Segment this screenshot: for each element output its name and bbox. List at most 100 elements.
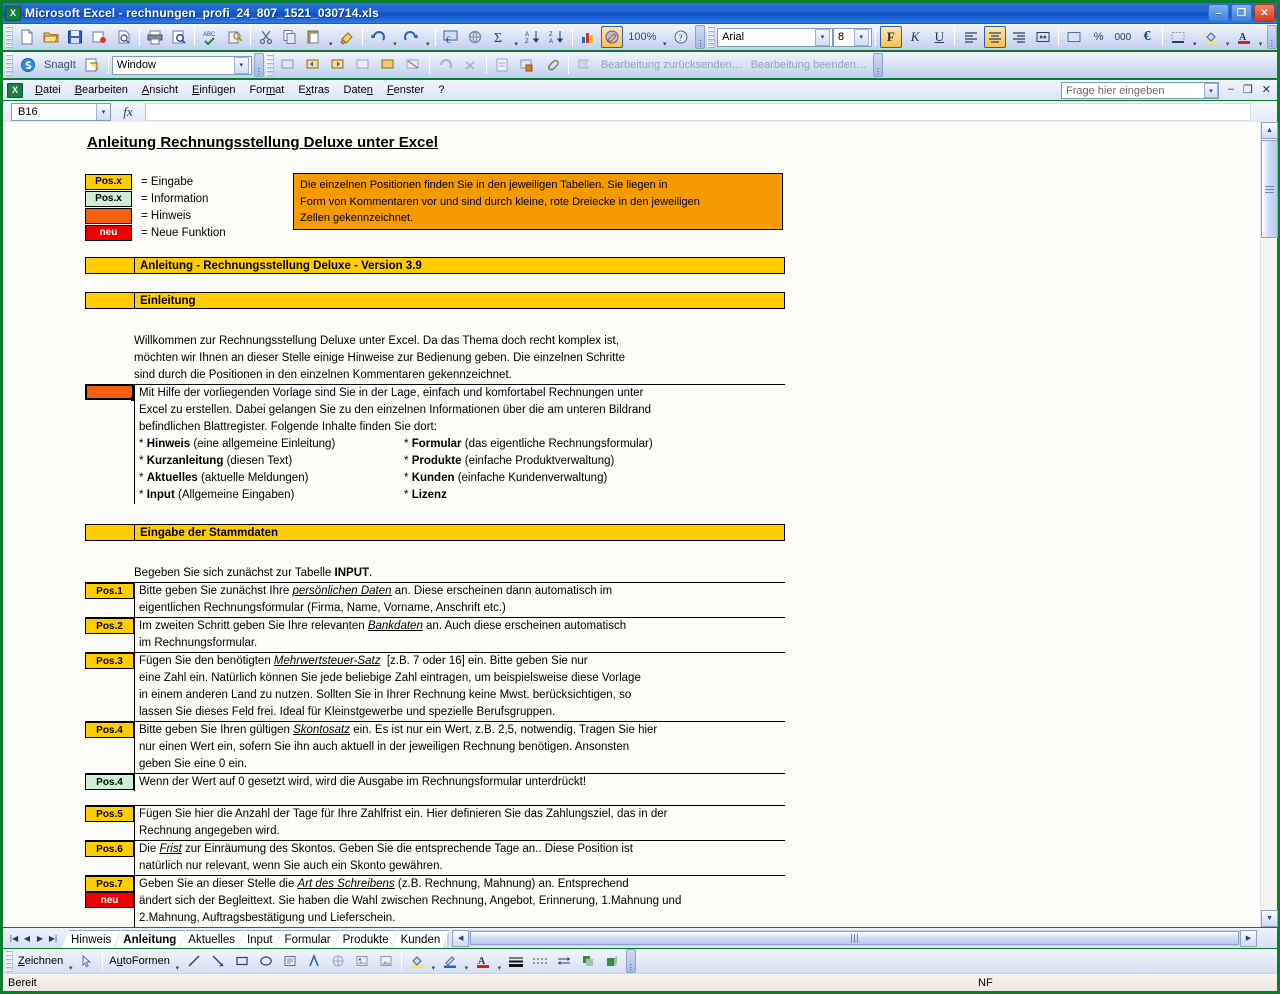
snagit-toolbar-grip[interactable] bbox=[5, 54, 13, 76]
vertical-scrollbar[interactable]: ▲ ▼ bbox=[1260, 122, 1278, 927]
chevron-down-icon[interactable]: ▾ bbox=[1204, 83, 1218, 98]
snagit-profile-icon[interactable] bbox=[81, 54, 104, 76]
draw-menu-label[interactable]: Zeichnen bbox=[15, 955, 66, 967]
horizontal-scrollbar[interactable]: ◀ ▶ bbox=[452, 929, 1257, 947]
delete-comment-icon[interactable] bbox=[377, 54, 400, 76]
tab-nav-last-icon[interactable]: ▶| bbox=[47, 934, 59, 943]
font-color-icon[interactable]: A bbox=[472, 951, 494, 971]
print-icon[interactable] bbox=[144, 26, 166, 48]
sheet-tab-formular[interactable]: Formular bbox=[276, 930, 340, 948]
send-back-label[interactable]: Bearbeitung zurücksenden… bbox=[597, 59, 747, 71]
borders-icon[interactable] bbox=[1167, 26, 1189, 48]
spellcheck-icon[interactable]: ABC bbox=[199, 26, 221, 48]
snagit-logo-icon[interactable] bbox=[16, 54, 39, 76]
paste-icon[interactable] bbox=[303, 26, 325, 48]
worksheet-grid[interactable]: Anleitung Rechnungsstellung Deluxe unter… bbox=[3, 122, 1257, 927]
redo-dropdown-icon[interactable]: ▾ bbox=[423, 26, 432, 48]
menu-item-fenster[interactable]: Fenster bbox=[380, 82, 431, 98]
wordart-icon[interactable] bbox=[303, 951, 325, 971]
menu-item-format[interactable]: Format bbox=[242, 82, 291, 98]
euro-style-button[interactable]: € bbox=[1136, 26, 1158, 48]
search-file-icon[interactable] bbox=[113, 26, 135, 48]
open-folder-icon[interactable] bbox=[40, 26, 62, 48]
minimize-button[interactable]: – bbox=[1208, 4, 1229, 22]
align-right-icon[interactable] bbox=[1008, 26, 1030, 48]
underline-button[interactable]: U bbox=[928, 26, 950, 48]
font-color-dropdown-icon[interactable]: ▾ bbox=[1256, 26, 1265, 48]
menu-item-daten[interactable]: Daten bbox=[337, 82, 380, 98]
snagit-overflow-handle[interactable]: ⋮ bbox=[253, 53, 264, 77]
dash-style-icon[interactable] bbox=[529, 951, 551, 971]
review-toolbar-grip[interactable] bbox=[265, 54, 274, 76]
sort-descending-icon[interactable]: ZA bbox=[546, 26, 568, 48]
previous-comment-icon[interactable] bbox=[302, 54, 325, 76]
sheet-tab-aktuelles[interactable]: Aktuelles bbox=[179, 930, 244, 948]
zoom-dropdown-icon[interactable]: ▾ bbox=[660, 26, 669, 48]
tab-nav-first-icon[interactable]: |◀ bbox=[8, 934, 20, 943]
undo-dropdown-icon[interactable]: ▾ bbox=[391, 26, 400, 48]
sort-ascending-icon[interactable]: AZ bbox=[521, 26, 543, 48]
redo-icon[interactable] bbox=[400, 26, 422, 48]
autosum-dropdown-icon[interactable]: ▾ bbox=[512, 26, 521, 48]
drawing-toolbar-grip[interactable] bbox=[5, 950, 13, 972]
percent-style-button[interactable]: % bbox=[1088, 26, 1110, 48]
align-left-icon[interactable] bbox=[959, 26, 981, 48]
diagram-icon[interactable] bbox=[327, 951, 349, 971]
close-button[interactable]: ✕ bbox=[1254, 4, 1275, 22]
shadow-icon[interactable] bbox=[577, 951, 599, 971]
currency-icon[interactable] bbox=[1063, 26, 1085, 48]
cut-scissors-icon[interactable] bbox=[255, 26, 277, 48]
workbook-close-button[interactable]: ✕ bbox=[1262, 83, 1271, 96]
draw-menu-dropdown-icon[interactable]: ▾ bbox=[66, 950, 75, 972]
chart-wizard-icon[interactable] bbox=[577, 26, 599, 48]
picture-icon[interactable] bbox=[375, 951, 397, 971]
send-to-mail-recipient-icon[interactable] bbox=[516, 54, 539, 76]
menu-item-bearbeiten[interactable]: Bearbeiten bbox=[68, 82, 135, 98]
insert-function-icon[interactable]: fx bbox=[111, 104, 145, 120]
sheet-tab-input[interactable]: Input bbox=[238, 930, 282, 948]
horizontal-scroll-thumb[interactable] bbox=[470, 931, 1239, 945]
line-icon[interactable] bbox=[183, 951, 205, 971]
name-box[interactable]: B16 ▾ bbox=[11, 102, 111, 121]
workbook-minimize-button[interactable]: – bbox=[1228, 83, 1234, 96]
review-overflow-handle[interactable]: ⋮ bbox=[872, 53, 883, 77]
euro-format-icon[interactable]: € bbox=[440, 26, 462, 48]
autosum-icon[interactable]: Σ bbox=[489, 26, 511, 48]
chevron-down-icon[interactable]: ▾ bbox=[233, 56, 249, 74]
sheet-tab-anleitung[interactable]: Anleitung bbox=[114, 930, 185, 948]
end-review-label[interactable]: Bearbeitung beenden… bbox=[747, 59, 871, 71]
autoshapes-dropdown-icon[interactable]: ▾ bbox=[173, 950, 182, 972]
fill-color-dropdown-icon[interactable]: ▾ bbox=[1223, 26, 1232, 48]
scroll-down-button[interactable]: ▼ bbox=[1261, 910, 1278, 927]
sheet-tab-produkte[interactable]: Produkte bbox=[334, 930, 398, 948]
new-file-icon[interactable] bbox=[16, 26, 38, 48]
edit-comment-icon[interactable] bbox=[352, 54, 375, 76]
align-center-icon[interactable] bbox=[983, 26, 1006, 48]
menu-item-datei[interactable]: Datei bbox=[28, 82, 68, 98]
undo-icon[interactable] bbox=[367, 26, 389, 48]
ask-a-question-box[interactable]: Frage hier eingeben ▾ bbox=[1061, 82, 1219, 99]
workbook-restore-button[interactable]: ❐ bbox=[1243, 83, 1253, 96]
sheet-tab-kunden[interactable]: Kunden bbox=[392, 930, 450, 948]
research-icon[interactable] bbox=[224, 26, 246, 48]
menu-item-hilfe[interactable]: ? bbox=[431, 82, 451, 98]
formula-input[interactable] bbox=[145, 102, 1251, 121]
next-comment-icon[interactable] bbox=[327, 54, 350, 76]
menu-item-einfuegen[interactable]: Einfügen bbox=[185, 82, 242, 98]
arrow-icon[interactable] bbox=[207, 951, 229, 971]
track-changes-icon[interactable] bbox=[491, 54, 514, 76]
workbook-icon[interactable]: X bbox=[7, 82, 23, 98]
restore-button[interactable]: ❐ bbox=[1231, 4, 1252, 22]
drawing-toolbar-toggle-icon[interactable] bbox=[601, 26, 624, 48]
font-size-combo[interactable]: 8 ▾ bbox=[832, 27, 872, 47]
menu-item-extras[interactable]: Extras bbox=[291, 82, 336, 98]
paste-dropdown-icon[interactable]: ▾ bbox=[326, 26, 335, 48]
copy-icon[interactable] bbox=[279, 26, 301, 48]
select-arrow-icon[interactable] bbox=[76, 951, 98, 971]
arrow-style-icon[interactable] bbox=[553, 951, 575, 971]
chevron-down-icon[interactable]: ▾ bbox=[853, 28, 869, 46]
save-disk-icon[interactable] bbox=[64, 26, 86, 48]
hscroll-right-button[interactable]: ▶ bbox=[1240, 929, 1257, 947]
scroll-up-button[interactable]: ▲ bbox=[1261, 122, 1278, 139]
3d-icon[interactable] bbox=[601, 951, 623, 971]
